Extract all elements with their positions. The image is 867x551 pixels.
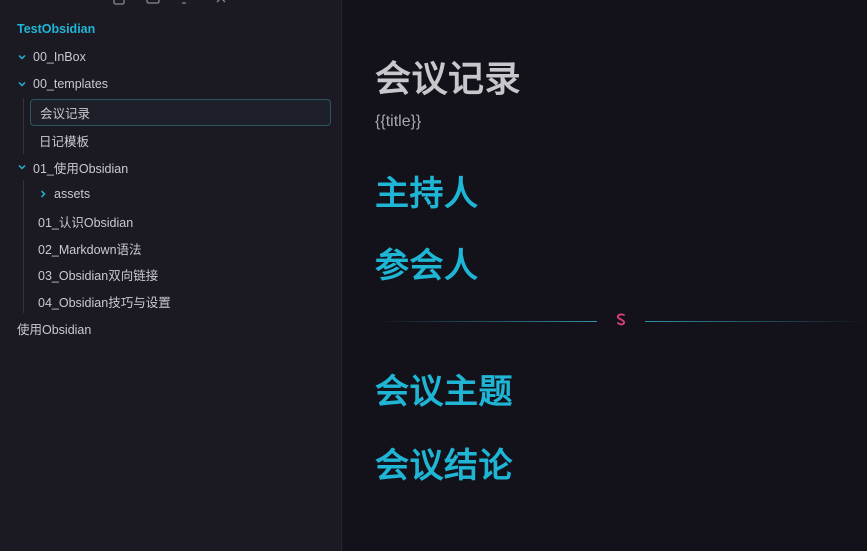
collapse-icon[interactable] xyxy=(214,0,228,5)
tree-folder-assets[interactable]: assets xyxy=(38,182,90,206)
sort-icon[interactable] xyxy=(180,0,194,5)
template-title-placeholder: {{title}} xyxy=(375,113,422,130)
new-note-icon[interactable] xyxy=(112,0,126,5)
vault-name[interactable]: TestObsidian xyxy=(17,22,95,36)
tree-file-diary-template[interactable]: 日记模板 xyxy=(39,128,89,152)
section-heading-attendees: 参会人 xyxy=(375,247,479,285)
tree-file-know-obsidian[interactable]: 01_认识Obsidian xyxy=(38,209,133,233)
tree-item-label: 使用Obsidian xyxy=(17,322,92,337)
chevron-down-icon xyxy=(17,52,27,62)
tree-item-label: 01_使用Obsidian xyxy=(33,161,129,176)
section-divider-icon xyxy=(612,311,630,329)
chevron-right-icon xyxy=(38,189,48,199)
chevron-down-icon xyxy=(17,162,27,172)
tree-item-label: 00_templates xyxy=(33,77,109,91)
tree-file-backlinks[interactable]: 03_Obsidian双向链接 xyxy=(38,262,158,286)
tree-indent-guide xyxy=(23,180,24,313)
tree-indent-guide xyxy=(23,98,24,154)
tree-item-label: 02_Markdown语法 xyxy=(38,242,142,257)
chevron-down-icon xyxy=(17,79,27,89)
tree-file-markdown-syntax[interactable]: 02_Markdown语法 xyxy=(38,236,142,260)
tree-file-meeting-notes[interactable]: 会议记录 xyxy=(30,99,331,126)
section-heading-host: 主持人 xyxy=(375,175,479,213)
tree-item-label: 会议记录 xyxy=(40,107,91,121)
tree-item-label: 01_认识Obsidian xyxy=(38,215,134,230)
tree-file-tips-settings[interactable]: 04_Obsidian技巧与设置 xyxy=(38,289,171,313)
note-heading-h1: 会议记录 xyxy=(375,58,522,99)
obsidian-window: TestObsidian 00_InBox 00_templates 会议记录 … xyxy=(0,0,867,551)
tree-item-label: assets xyxy=(54,187,91,201)
tree-folder-templates[interactable]: 00_templates xyxy=(17,72,108,96)
tree-file-using-obsidian[interactable]: 使用Obsidian xyxy=(17,316,91,340)
tree-item-label: 日记模板 xyxy=(39,134,90,149)
file-explorer-toolbar xyxy=(112,0,228,5)
file-explorer-sidebar: TestObsidian 00_InBox 00_templates 会议记录 … xyxy=(0,0,342,551)
new-folder-icon[interactable] xyxy=(146,0,160,5)
section-heading-conclusion: 会议结论 xyxy=(375,447,513,485)
editor-pane[interactable]: 会议记录 {{title}} 主持人 参会人 会议主题 会议结论 xyxy=(342,0,867,551)
tree-item-label: 00_InBox xyxy=(33,50,86,64)
tree-item-label: 04_Obsidian技巧与设置 xyxy=(38,295,171,310)
section-heading-topic: 会议主题 xyxy=(375,373,513,411)
divider-line-left xyxy=(375,321,597,322)
tree-folder-inbox[interactable]: 00_InBox xyxy=(17,45,86,69)
divider-line-right xyxy=(645,321,867,322)
tree-folder-using-obsidian[interactable]: 01_使用Obsidian xyxy=(17,155,128,179)
tree-item-label: 03_Obsidian双向链接 xyxy=(38,268,159,283)
